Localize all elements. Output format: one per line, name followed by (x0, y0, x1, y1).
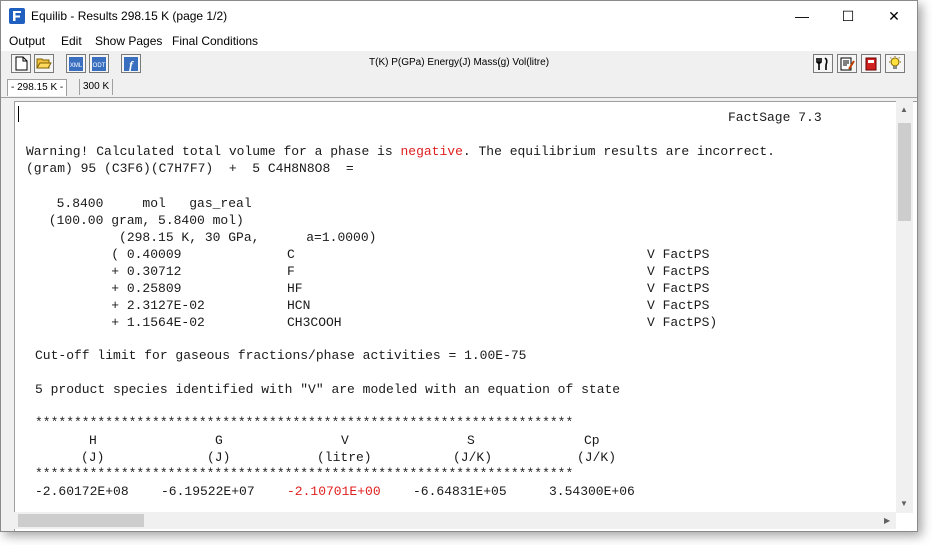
species-row: + 2.3127E-02 (41, 298, 205, 313)
species-tag: V FactPS (647, 264, 710, 279)
thermo-header-h: H (89, 433, 97, 448)
toolbar: XML ODT f T(K) P(GPa) Energy(J) Mass(g) … (1, 51, 917, 77)
species-amount: 0.40009 (126, 247, 182, 262)
scroll-right-icon[interactable]: ▶ (884, 516, 890, 525)
thermo-value-v-negative: -2.10701E+00 (287, 484, 381, 499)
open-folder-button[interactable] (34, 54, 54, 73)
thermo-value-s: -6.64831E+05 (413, 484, 507, 499)
horizontal-scrollbar[interactable]: ▶ (14, 512, 896, 529)
thermo-unit-v: (litre) (317, 450, 372, 465)
units-label: T(K) P(GPa) Energy(J) Mass(g) Vol(litre) (369, 57, 550, 68)
title-bar: Equilib - Results 298.15 K (page 1/2) — … (1, 1, 917, 31)
species-tag: V FactPS (647, 247, 710, 262)
thermo-value-h: -2.60172E+08 (35, 484, 129, 499)
menu-output[interactable]: Output (9, 34, 45, 48)
tab-298-15-k[interactable]: - 298.15 K - (7, 79, 68, 96)
temperature-tabs: - 298.15 K - 300 K (1, 77, 917, 98)
equilib-results-window: Equilib - Results 298.15 K (page 1/2) — … (0, 0, 918, 532)
window-title: Equilib - Results 298.15 K (page 1/2) (31, 9, 228, 23)
warning-text-start: Warning! Calculated total volume for a p… (26, 144, 401, 159)
tab-300-k[interactable]: 300 K (79, 79, 114, 95)
warning-negative-word: negative (400, 144, 463, 159)
minimize-button[interactable]: — (779, 1, 825, 31)
phase-amount-line: 5.8400 mol gas_real (41, 196, 252, 211)
book-button[interactable] (861, 54, 881, 73)
svg-text:XML: XML (70, 63, 83, 69)
species-row: + 0.25809 (41, 281, 182, 296)
reactants-line: (gram) 95 (C3F6)(C7H7F7) + 5 C4H8N8O8 = (26, 161, 354, 176)
factsage-app-icon (9, 8, 25, 24)
function-button[interactable]: f (121, 54, 141, 73)
species-name: CH3COOH (287, 315, 342, 330)
stars-divider-top: ****************************************… (35, 415, 574, 430)
lightbulb-icon (889, 56, 901, 69)
open-folder-icon (36, 58, 52, 69)
edit-doc-button[interactable] (837, 54, 857, 73)
menu-edit[interactable]: Edit (61, 34, 82, 48)
species-name: HF (287, 281, 303, 296)
species-amount: 0.30712 (126, 264, 182, 279)
thermo-unit-s: (J/K) (453, 450, 493, 465)
species-row: ( 0.40009 (41, 247, 182, 262)
species-row: + 1.1564E-02 (41, 315, 205, 330)
species-tag: V FactPS (647, 281, 710, 296)
thermo-header-cp: Cp (584, 433, 600, 448)
fork-knife-button[interactable] (813, 54, 833, 73)
thermo-unit-g: (J) (207, 450, 231, 465)
xml-export-button[interactable]: XML (66, 54, 86, 73)
xml-icon: XML (69, 56, 83, 71)
thermo-value-g: -6.19522E+07 (161, 484, 255, 499)
phase-mass-line: (100.00 gram, 5.8400 mol) (41, 213, 244, 228)
maximize-button[interactable]: ☐ (825, 1, 871, 31)
vertical-scrollbar[interactable]: ▲ ▼ (896, 101, 913, 513)
text-caret (18, 106, 19, 122)
fork-knife-icon (816, 56, 828, 70)
svg-text:ODT: ODT (93, 63, 106, 69)
thermo-unit-cp: (J/K) (577, 450, 617, 465)
results-text-area[interactable]: FactSage 7.3 Warning! Calculated total v… (14, 101, 917, 531)
cutoff-line: Cut-off limit for gaseous fractions/phas… (35, 348, 527, 363)
species-tag: V FactPS) (647, 315, 718, 330)
species-amount: 1.1564E-02 (126, 315, 205, 330)
new-file-button[interactable] (11, 54, 31, 73)
close-button[interactable]: ✕ (871, 1, 917, 31)
odt-export-button[interactable]: ODT (89, 54, 109, 73)
odt-icon: ODT (92, 56, 106, 71)
new-file-icon (15, 56, 27, 71)
menu-final-conditions[interactable]: Final Conditions (172, 34, 258, 48)
stars-divider-bottom: ****************************************… (35, 466, 574, 481)
lightbulb-button[interactable] (885, 54, 905, 73)
thermo-header-v: V (341, 433, 349, 448)
species-name: F (287, 264, 295, 279)
species-row: + 0.30712 (41, 264, 182, 279)
horizontal-scroll-thumb[interactable] (18, 514, 144, 527)
warning-line: Warning! Calculated total volume for a p… (26, 144, 775, 159)
species-amount: 0.25809 (126, 281, 182, 296)
thermo-unit-h: (J) (81, 450, 105, 465)
edit-doc-icon (840, 57, 855, 70)
menu-bar: Output Edit Show Pages Final Conditions (1, 31, 917, 51)
thermo-header-g: G (215, 433, 223, 448)
vertical-scroll-thumb[interactable] (898, 123, 911, 221)
phase-conditions-line: (298.15 K, 30 GPa, a=1.0000) (41, 230, 377, 245)
factsage-version: FactSage 7.3 (728, 110, 822, 125)
eos-note-line: 5 product species identified with "V" ar… (35, 382, 621, 397)
scroll-down-icon[interactable]: ▼ (900, 499, 908, 508)
species-name: HCN (287, 298, 311, 313)
warning-text-end: . The equilibrium results are incorrect. (462, 144, 775, 159)
species-name: C (287, 247, 295, 262)
f-function-icon: f (124, 56, 138, 72)
thermo-value-cp: 3.54300E+06 (549, 484, 635, 499)
scroll-up-icon[interactable]: ▲ (900, 105, 908, 114)
thermo-header-s: S (467, 433, 475, 448)
book-icon (865, 57, 877, 70)
menu-show-pages[interactable]: Show Pages (95, 34, 162, 48)
species-amount: 2.3127E-02 (126, 298, 205, 313)
species-tag: V FactPS (647, 298, 710, 313)
